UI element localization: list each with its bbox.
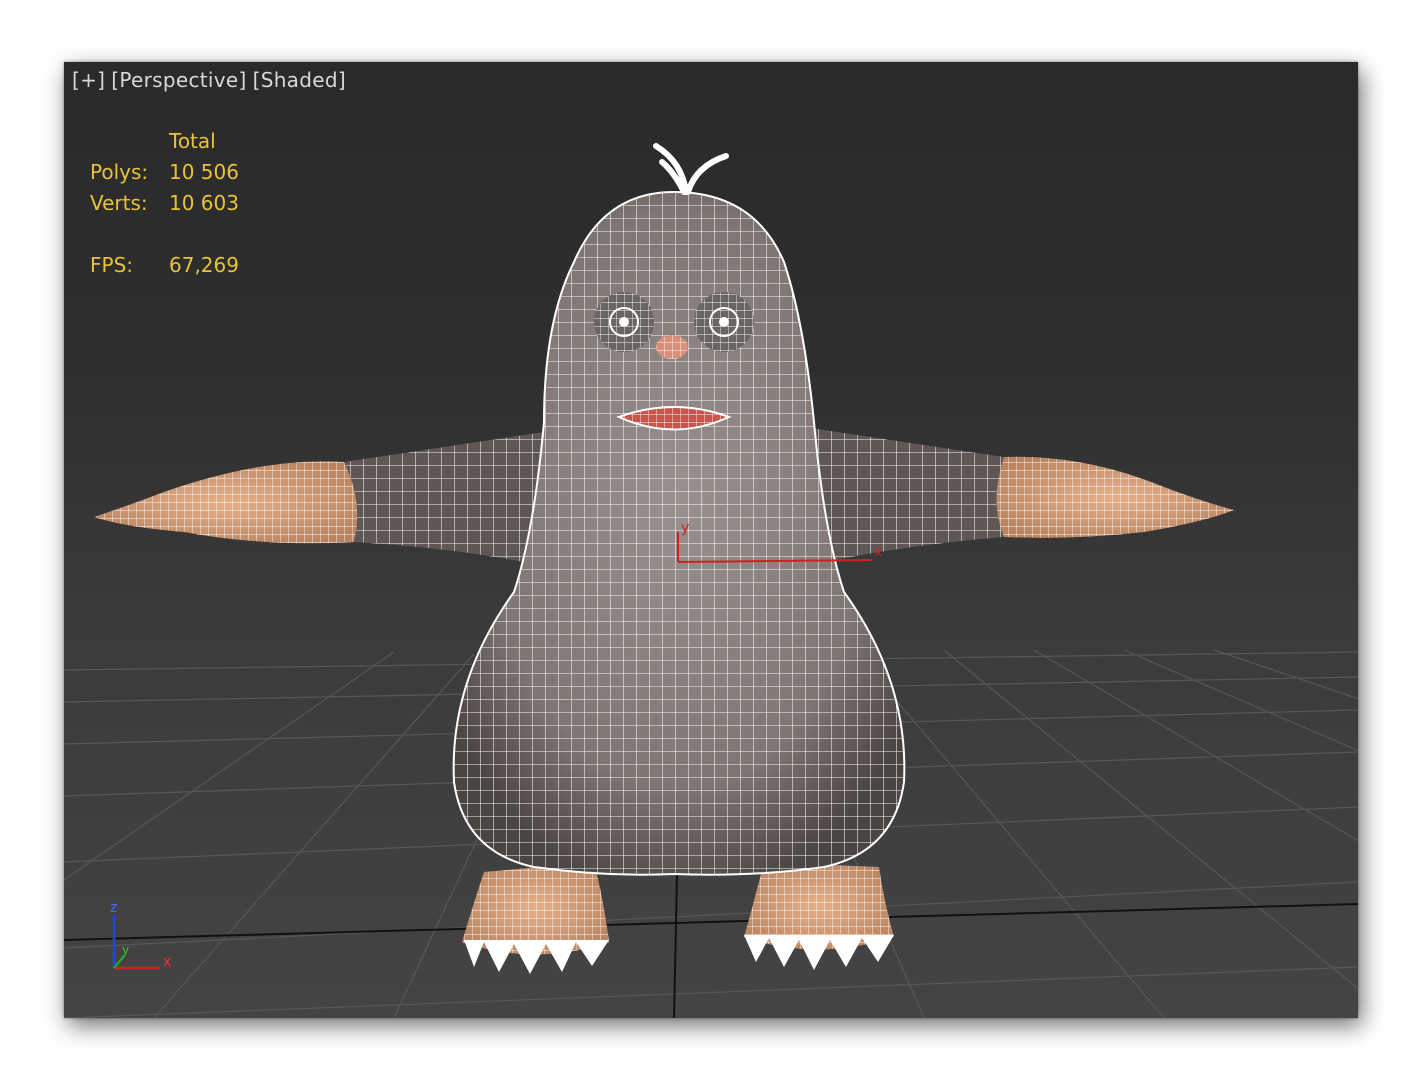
nose	[656, 335, 688, 359]
viewport-label-menu: [+] [Perspective] [Shaded]	[72, 68, 346, 92]
fps-value: 67,269	[169, 253, 239, 277]
screenshot-page: [+] [Perspective] [Shaded] Total Polys: …	[0, 0, 1420, 1080]
hair-tuft	[653, 143, 729, 195]
eye-right	[694, 292, 754, 352]
statistics-overlay: Total Polys: 10 506 Verts: 10 603 FPS: 6…	[90, 126, 239, 281]
pivot-y-label: y	[681, 520, 689, 536]
verts-label: Verts:	[90, 191, 148, 215]
arm-left	[94, 432, 544, 562]
polys-label: Polys:	[90, 160, 149, 184]
world-z-label: z	[110, 900, 117, 916]
viewport-point-of-view-menu[interactable]: [Perspective]	[111, 68, 246, 92]
viewport-plus-menu[interactable]: [+]	[72, 68, 105, 92]
scene-render: x y	[64, 143, 1358, 1018]
world-y-label: y	[122, 943, 129, 957]
fps-label: FPS:	[90, 253, 133, 277]
world-x-label: x	[163, 954, 171, 970]
foot-left	[462, 862, 609, 974]
verts-value: 10 603	[169, 191, 239, 215]
foot-right	[744, 862, 894, 970]
polys-value: 10 506	[169, 160, 239, 184]
arm-right	[804, 427, 1234, 562]
viewport-shading-menu[interactable]: [Shaded]	[253, 68, 346, 92]
pivot-x-label: x	[874, 544, 882, 560]
world-axis-tripod: z x y	[110, 900, 171, 970]
eye-left	[594, 292, 654, 352]
perspective-viewport[interactable]: [+] [Perspective] [Shaded] Total Polys: …	[64, 62, 1358, 1018]
stats-total-header: Total	[169, 129, 216, 153]
